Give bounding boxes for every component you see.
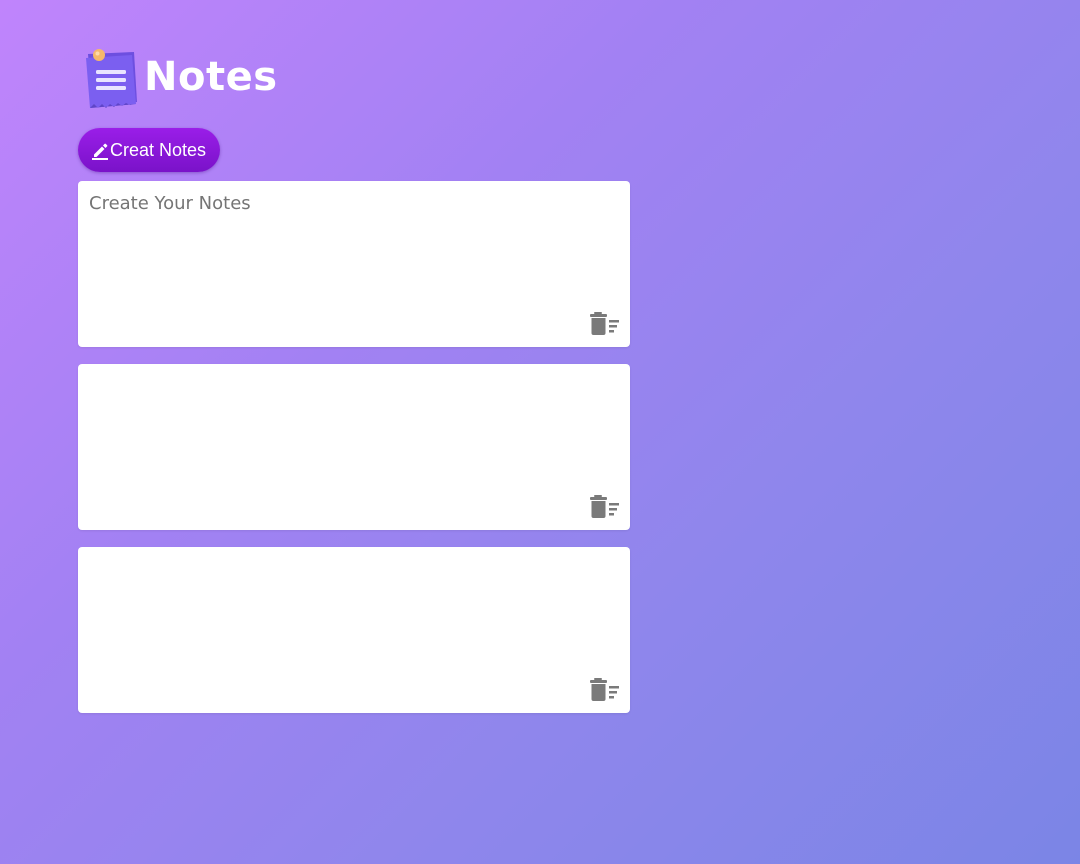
note-card bbox=[78, 364, 630, 530]
note-card bbox=[78, 547, 630, 713]
note-input[interactable] bbox=[78, 181, 630, 347]
app-title: Notes bbox=[144, 54, 278, 100]
note-input[interactable] bbox=[78, 547, 630, 713]
app-header: Notes bbox=[82, 44, 630, 110]
trash-icon[interactable] bbox=[590, 494, 620, 520]
notepad-icon bbox=[82, 44, 140, 110]
create-notes-label: Creat Notes bbox=[110, 139, 207, 160]
pen-icon bbox=[90, 140, 110, 160]
notes-app: Notes Creat Notes bbox=[78, 44, 630, 730]
note-input[interactable] bbox=[78, 364, 630, 530]
trash-icon[interactable] bbox=[590, 677, 620, 703]
create-notes-button[interactable]: Creat Notes bbox=[78, 128, 221, 172]
note-card bbox=[78, 181, 630, 347]
trash-icon[interactable] bbox=[590, 311, 620, 337]
notes-list bbox=[78, 181, 630, 713]
